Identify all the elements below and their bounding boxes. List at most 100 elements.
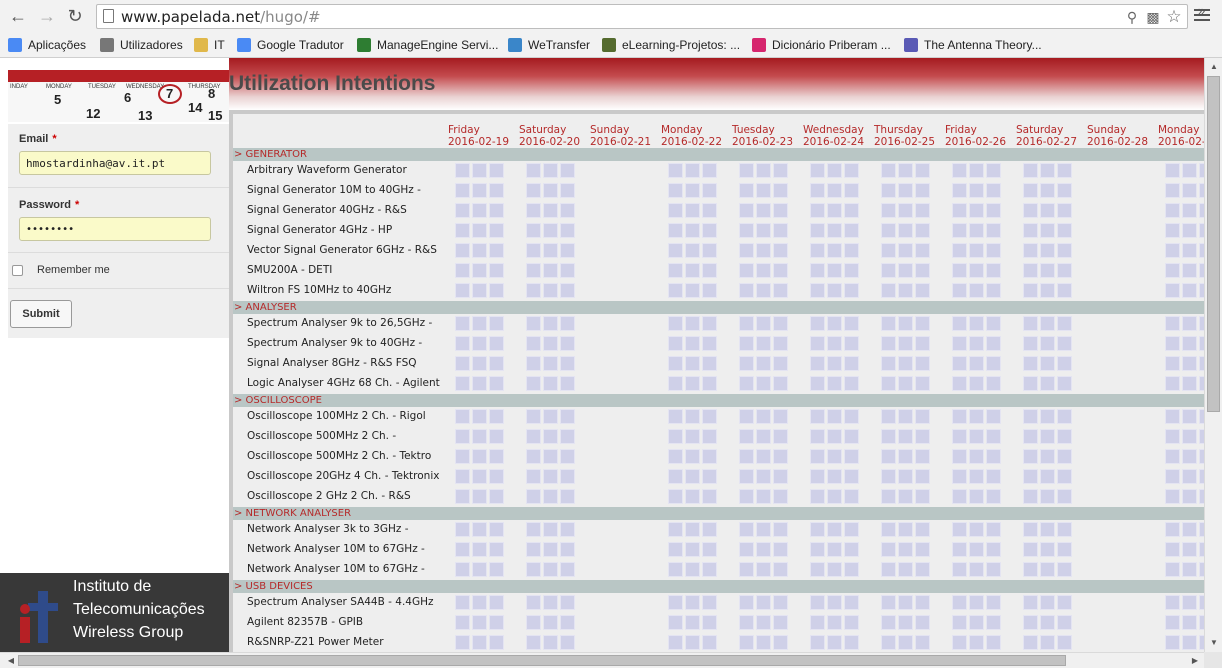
time-slot-cell[interactable] [455,429,470,444]
time-slot-cell[interactable] [986,243,1001,258]
time-slot-cell[interactable] [489,163,504,178]
time-slot-cell[interactable] [969,183,984,198]
time-slot-cell[interactable] [986,336,1001,351]
time-slot-cell[interactable] [1057,283,1072,298]
time-slot-cell[interactable] [543,635,558,650]
time-slot-cell[interactable] [986,283,1001,298]
time-slot-cell[interactable] [1165,635,1180,650]
time-slot-cell[interactable] [489,522,504,537]
time-slot-cell[interactable] [526,615,541,630]
time-slot-cell[interactable] [1057,429,1072,444]
time-slot-cell[interactable] [1040,163,1055,178]
time-slot-cell[interactable] [810,469,825,484]
time-slot-cell[interactable] [773,542,788,557]
vertical-scrollbar[interactable]: ▲ ▼ [1204,58,1222,652]
time-slot-cell[interactable] [472,336,487,351]
time-slot-cell[interactable] [472,163,487,178]
time-slot-cell[interactable] [773,243,788,258]
time-slot-cell[interactable] [773,283,788,298]
time-slot-cell[interactable] [489,243,504,258]
time-slot-cell[interactable] [702,223,717,238]
time-slot-cell[interactable] [827,542,842,557]
time-slot-cell[interactable] [668,263,683,278]
time-slot-cell[interactable] [881,595,896,610]
time-slot-cell[interactable] [756,356,771,371]
url-text[interactable]: www.papelada.net/hugo/# [121,8,321,26]
time-slot-cell[interactable] [455,163,470,178]
time-slot-cell[interactable] [1182,429,1197,444]
time-slot-cell[interactable] [702,542,717,557]
time-slot-cell[interactable] [827,183,842,198]
time-slot-cell[interactable] [986,163,1001,178]
time-slot-cell[interactable] [810,489,825,504]
time-slot-cell[interactable] [1023,615,1038,630]
time-slot-cell[interactable] [1057,615,1072,630]
time-slot-cell[interactable] [952,376,967,391]
time-slot-cell[interactable] [739,243,754,258]
time-slot-cell[interactable] [526,429,541,444]
time-slot-cell[interactable] [560,635,575,650]
time-slot-cell[interactable] [560,469,575,484]
time-slot-cell[interactable] [844,223,859,238]
time-slot-cell[interactable] [1182,223,1197,238]
time-slot-cell[interactable] [685,522,700,537]
time-slot-cell[interactable] [455,489,470,504]
time-slot-cell[interactable] [1040,449,1055,464]
time-slot-cell[interactable] [1165,595,1180,610]
time-slot-cell[interactable] [739,223,754,238]
horizontal-scrollbar[interactable]: ◀ ▶ [0,652,1204,668]
time-slot-cell[interactable] [915,203,930,218]
bookmark-item[interactable]: eLearning-Projetos: ... [602,36,740,54]
time-slot-cell[interactable] [827,316,842,331]
equipment-group-header[interactable]: > NETWORK ANALYSER [233,507,1204,520]
time-slot-cell[interactable] [952,409,967,424]
time-slot-cell[interactable] [685,615,700,630]
time-slot-cell[interactable] [986,615,1001,630]
time-slot-cell[interactable] [898,376,913,391]
time-slot-cell[interactable] [773,562,788,577]
time-slot-cell[interactable] [1182,615,1197,630]
time-slot-cell[interactable] [526,449,541,464]
time-slot-cell[interactable] [1057,562,1072,577]
time-slot-cell[interactable] [898,449,913,464]
time-slot-cell[interactable] [898,243,913,258]
time-slot-cell[interactable] [844,615,859,630]
time-slot-cell[interactable] [472,542,487,557]
time-slot-cell[interactable] [952,522,967,537]
time-slot-cell[interactable] [827,522,842,537]
time-slot-cell[interactable] [560,223,575,238]
time-slot-cell[interactable] [827,429,842,444]
time-slot-cell[interactable] [560,615,575,630]
time-slot-cell[interactable] [898,283,913,298]
time-slot-cell[interactable] [952,223,967,238]
time-slot-cell[interactable] [739,356,754,371]
time-slot-cell[interactable] [543,336,558,351]
time-slot-cell[interactable] [1182,522,1197,537]
time-slot-cell[interactable] [526,469,541,484]
time-slot-cell[interactable] [986,183,1001,198]
time-slot-cell[interactable] [969,376,984,391]
time-slot-cell[interactable] [702,316,717,331]
time-slot-cell[interactable] [969,336,984,351]
time-slot-cell[interactable] [756,469,771,484]
time-slot-cell[interactable] [969,283,984,298]
time-slot-cell[interactable] [756,163,771,178]
time-slot-cell[interactable] [543,203,558,218]
time-slot-cell[interactable] [668,316,683,331]
time-slot-cell[interactable] [1165,449,1180,464]
time-slot-cell[interactable] [472,522,487,537]
time-slot-cell[interactable] [952,243,967,258]
time-slot-cell[interactable] [969,243,984,258]
time-slot-cell[interactable] [1040,283,1055,298]
time-slot-cell[interactable] [455,522,470,537]
time-slot-cell[interactable] [844,542,859,557]
time-slot-cell[interactable] [455,203,470,218]
time-slot-cell[interactable] [1023,283,1038,298]
time-slot-cell[interactable] [915,489,930,504]
time-slot-cell[interactable] [898,429,913,444]
time-slot-cell[interactable] [986,542,1001,557]
time-slot-cell[interactable] [915,356,930,371]
time-slot-cell[interactable] [986,522,1001,537]
time-slot-cell[interactable] [739,449,754,464]
time-slot-cell[interactable] [773,223,788,238]
